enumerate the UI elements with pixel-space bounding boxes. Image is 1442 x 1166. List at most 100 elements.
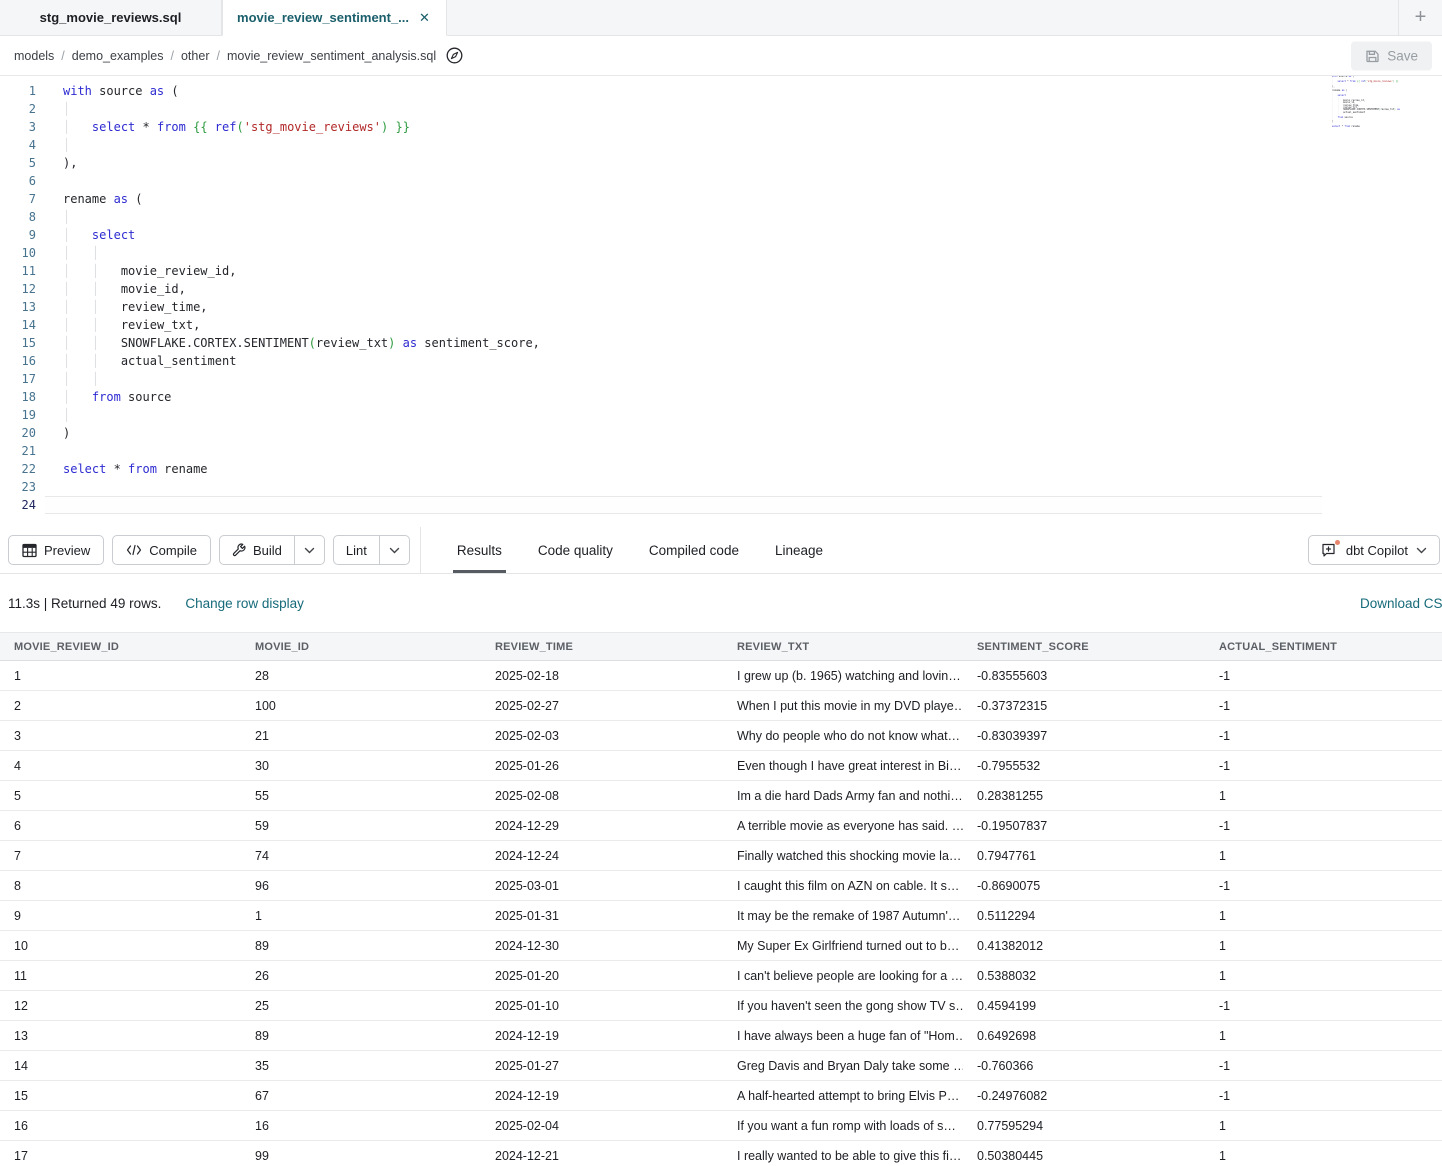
toolbar-divider: [420, 527, 421, 573]
code-line[interactable]: 4│: [0, 136, 1442, 154]
breadcrumb: models/demo_examples/other/movie_review_…: [14, 49, 436, 63]
table-cell: 99: [241, 1141, 481, 1166]
code-line[interactable]: 24: [0, 496, 1442, 514]
table-cell: 2025-02-08: [481, 781, 723, 810]
code-line[interactable]: 17│ │: [0, 370, 1442, 388]
code-line[interactable]: 2│: [0, 100, 1442, 118]
line-number: 1: [0, 82, 45, 100]
code-line[interactable]: 24: [1330, 131, 1400, 133]
lint-dropdown-chevron-icon[interactable]: [379, 536, 409, 564]
code-line[interactable]: 7rename as (: [0, 190, 1442, 208]
save-button[interactable]: Save: [1351, 41, 1432, 70]
table-cell: 96: [241, 871, 481, 900]
file-tab-bar: stg_movie_reviews.sql movie_review_senti…: [0, 0, 1442, 36]
change-row-display-link[interactable]: Change row display: [185, 596, 304, 611]
table-cell: 2025-01-27: [481, 1051, 723, 1080]
table-cell: Finally watched this shocking movie la…: [723, 841, 963, 870]
code-line[interactable]: 15│ │ SNOWFLAKE.CORTEX.SENTIMENT(review_…: [0, 334, 1442, 352]
table-cell: A half-hearted attempt to bring Elvis P…: [723, 1081, 963, 1110]
code-line[interactable]: 19│: [0, 406, 1442, 424]
code-line[interactable]: 12│ │ movie_id,: [0, 280, 1442, 298]
table-cell: 0.5112294: [963, 901, 1205, 930]
breadcrumb-item[interactable]: models: [14, 49, 54, 63]
line-number: 21: [0, 442, 45, 460]
compile-button[interactable]: Compile: [112, 535, 211, 565]
code-line[interactable]: 23: [0, 478, 1442, 496]
table-row: 7742024-12-24Finally watched this shocki…: [0, 841, 1442, 871]
code-line[interactable]: 21: [0, 442, 1442, 460]
table-cell: 1: [1205, 1111, 1442, 1140]
table-cell: 2025-02-03: [481, 721, 723, 750]
code-line[interactable]: 13│ │ review_time,: [0, 298, 1442, 316]
code-line[interactable]: 3│ select * from {{ ref('stg_movie_revie…: [0, 118, 1442, 136]
docs-compass-icon[interactable]: [446, 47, 463, 64]
build-button[interactable]: Build: [220, 536, 294, 564]
sql-code-editor[interactable]: 1with source as (2│3│ select * from {{ r…: [0, 76, 1442, 527]
tab-stg-movie-reviews[interactable]: stg_movie_reviews.sql: [0, 0, 222, 35]
lint-button[interactable]: Lint: [334, 536, 379, 564]
table-cell: Even though I have great interest in Bi…: [723, 751, 963, 780]
line-number: 3: [0, 118, 45, 136]
table-cell: 89: [241, 1021, 481, 1050]
table-cell: -1: [1205, 661, 1442, 690]
code-line[interactable]: 9│ select: [0, 226, 1442, 244]
code-line[interactable]: 11│ │ movie_review_id,: [0, 262, 1442, 280]
tab-movie-review-sentiment[interactable]: movie_review_sentiment_... ✕: [222, 0, 447, 36]
result-tab-lineage[interactable]: Lineage: [775, 527, 823, 573]
table-cell: 1: [1205, 1021, 1442, 1050]
table-row: 4302025-01-26Even though I have great in…: [0, 751, 1442, 781]
table-cell: 67: [241, 1081, 481, 1110]
table-cell: 2025-01-10: [481, 991, 723, 1020]
code-line[interactable]: 5),: [0, 154, 1442, 172]
table-cell: 2025-02-04: [481, 1111, 723, 1140]
code-line[interactable]: 10│ │: [0, 244, 1442, 262]
column-header[interactable]: MOVIE_REVIEW_ID: [0, 633, 241, 660]
editor-minimap[interactable]: 1with source as (2│3│ select * from {{ r…: [1330, 76, 1400, 134]
code-line[interactable]: 16│ │ actual_sentiment: [0, 352, 1442, 370]
table-cell: 14: [0, 1051, 241, 1080]
code-line[interactable]: 22select * from rename: [0, 460, 1442, 478]
table-row: 14352025-01-27Greg Davis and Bryan Daly …: [0, 1051, 1442, 1081]
table-cell: 0.28381255: [963, 781, 1205, 810]
preview-button-label: Preview: [44, 543, 90, 558]
table-cell: 21: [241, 721, 481, 750]
column-header[interactable]: ACTUAL_SENTIMENT: [1205, 633, 1442, 660]
table-row: 3212025-02-03Why do people who do not kn…: [0, 721, 1442, 751]
close-icon[interactable]: ✕: [417, 9, 432, 26]
breadcrumb-separator: /: [61, 49, 64, 63]
new-tab-button[interactable]: +: [1398, 0, 1442, 35]
code-line[interactable]: 14│ │ review_txt,: [0, 316, 1442, 334]
table-cell: 6: [0, 811, 241, 840]
breadcrumb-separator: /: [171, 49, 174, 63]
copilot-button-label: dbt Copilot: [1346, 543, 1408, 558]
column-header[interactable]: REVIEW_TIME: [481, 633, 723, 660]
code-line[interactable]: 20): [0, 424, 1442, 442]
table-cell: When I put this movie in my DVD playe…: [723, 691, 963, 720]
result-tab-results[interactable]: Results: [457, 527, 502, 573]
line-number: 11: [0, 262, 45, 280]
tab-label: stg_movie_reviews.sql: [40, 10, 182, 25]
column-header[interactable]: REVIEW_TXT: [723, 633, 963, 660]
result-tab-code-quality[interactable]: Code quality: [538, 527, 613, 573]
result-tab-compiled-code[interactable]: Compiled code: [649, 527, 739, 573]
code-line[interactable]: 1with source as (: [0, 82, 1442, 100]
breadcrumb-item[interactable]: other: [181, 49, 210, 63]
table-cell: I can't believe people are looking for a…: [723, 961, 963, 990]
table-cell: 2025-02-27: [481, 691, 723, 720]
column-header[interactable]: SENTIMENT_SCORE: [963, 633, 1205, 660]
dbt-copilot-button[interactable]: dbt Copilot: [1308, 535, 1440, 565]
table-cell: 2024-12-19: [481, 1021, 723, 1050]
table-cell: -0.760366: [963, 1051, 1205, 1080]
column-header[interactable]: MOVIE_ID: [241, 633, 481, 660]
line-number: 4: [0, 136, 45, 154]
table-cell: A terrible movie as everyone has said. …: [723, 811, 963, 840]
breadcrumb-item[interactable]: movie_review_sentiment_analysis.sql: [227, 49, 436, 63]
code-line[interactable]: 8│: [0, 208, 1442, 226]
table-cell: 0.5388032: [963, 961, 1205, 990]
code-line[interactable]: 6: [0, 172, 1442, 190]
breadcrumb-item[interactable]: demo_examples: [72, 49, 164, 63]
build-dropdown-chevron-icon[interactable]: [294, 536, 324, 564]
preview-button[interactable]: Preview: [8, 535, 104, 565]
code-line[interactable]: 18│ from source: [0, 388, 1442, 406]
download-csv-link[interactable]: Download CSV: [1360, 596, 1442, 611]
